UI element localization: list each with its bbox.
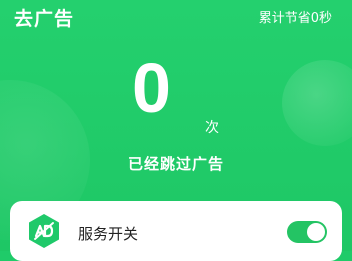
service-toggle[interactable] <box>287 221 327 243</box>
saved-time-label: 累计节省0秒 <box>258 11 332 26</box>
skip-count-unit: 次 <box>205 120 219 136</box>
skipped-ads-label: 已经跳过广告 <box>127 155 224 173</box>
decorative-bubble <box>282 60 352 146</box>
ad-block-hexagon-icon <box>29 214 59 248</box>
toggle-knob <box>307 223 325 241</box>
page-title: 去广告 <box>14 8 75 30</box>
service-switch-label: 服务开关 <box>78 225 139 243</box>
service-switch-card: 服务开关 <box>10 201 342 261</box>
skip-count: 0 <box>132 49 171 127</box>
